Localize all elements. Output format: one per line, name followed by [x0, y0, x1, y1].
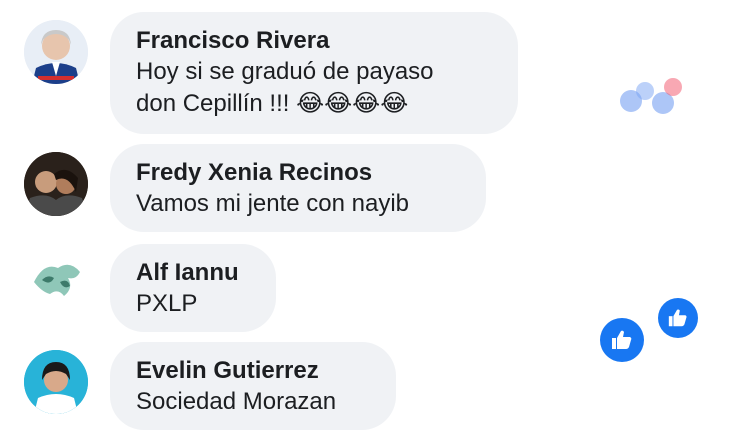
comment-text: PXLP	[136, 290, 198, 317]
comment-bubble[interactable]: Alf Iannu PXLP	[110, 244, 276, 332]
comment-bubble[interactable]: Fredy Xenia Recinos Vamos mi jente con n…	[110, 144, 486, 232]
commenter-name[interactable]: Francisco Rivera	[136, 26, 494, 56]
like-icon	[636, 82, 654, 100]
love-icon	[664, 78, 682, 96]
avatar[interactable]	[24, 350, 88, 414]
comment-text: Sociedad Morazan	[136, 388, 337, 415]
comment-bubble[interactable]: Francisco Rivera Hoy si se graduó de pay…	[110, 12, 518, 134]
like-reaction	[600, 318, 644, 362]
commenter-name[interactable]: Evelin Gutierrez	[136, 356, 372, 386]
faded-reaction-cluster	[616, 74, 686, 118]
avatar[interactable]	[24, 20, 88, 84]
comment-bubble[interactable]: Evelin Gutierrez Sociedad Morazan	[110, 342, 396, 430]
avatar[interactable]	[24, 152, 88, 216]
avatar[interactable]	[24, 252, 88, 316]
comment-text: Hoy si se graduó de payaso don Cepillín …	[136, 58, 434, 117]
commenter-name[interactable]: Alf Iannu	[136, 258, 252, 288]
like-reaction	[658, 298, 698, 338]
commenter-name[interactable]: Fredy Xenia Recinos	[136, 158, 462, 188]
like-icon	[668, 309, 687, 327]
like-icon	[612, 330, 632, 349]
comment-text: Vamos mi jente con nayib	[136, 190, 410, 217]
